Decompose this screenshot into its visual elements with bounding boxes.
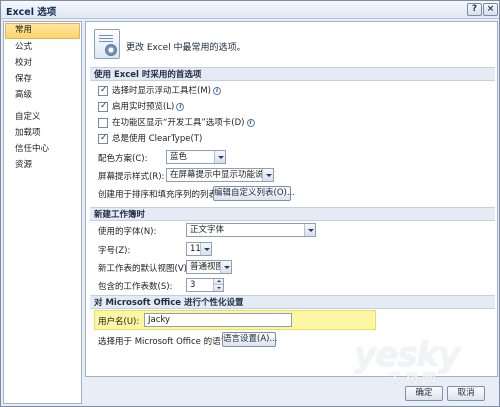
username-value: Jacky	[148, 315, 171, 325]
sidebar-item-save[interactable]: 保存	[4, 72, 81, 88]
color-scheme-select[interactable]: 蓝色	[166, 150, 226, 164]
excel-options-dialog: Excel 选项 ? × 常用 公式 校对 保存 高级 自定义 加载项 信任中心…	[0, 0, 500, 407]
sidebar-item-advanced[interactable]: 高级	[4, 88, 81, 104]
chevron-down-icon	[200, 243, 211, 255]
sidebar-item-proofing[interactable]: 校对	[4, 56, 81, 72]
screentip-style-select[interactable]: 在屏幕提示中显示功能说明	[166, 168, 274, 182]
live-preview-label: 启用实时预览(L)	[112, 102, 175, 112]
font-size-select[interactable]: 11	[186, 242, 212, 256]
mini-toolbar-checkbox[interactable]	[98, 84, 108, 97]
username-input[interactable]: Jacky	[144, 313, 292, 327]
chevron-down-icon	[220, 261, 231, 273]
color-scheme-value: 蓝色	[170, 152, 188, 162]
info-icon[interactable]: i	[246, 119, 255, 127]
developer-tab-label: 在功能区显示“开发工具”选项卡(D)	[112, 118, 245, 128]
sidebar-item-customize[interactable]: 自定义	[4, 110, 81, 126]
font-select[interactable]: 正文字体	[186, 223, 316, 237]
page-header: 更改 Excel 中最常用的选项。	[92, 28, 492, 64]
page-header-text: 更改 Excel 中最常用的选项。	[126, 43, 246, 53]
sidebar-item-resources[interactable]: 资源	[4, 158, 81, 174]
watermark-subtext: 天极网	[388, 372, 439, 388]
sidebar-item-addins[interactable]: 加载项	[4, 126, 81, 142]
help-icon[interactable]: ?	[467, 3, 482, 16]
default-view-value: 普通视图	[190, 262, 225, 272]
screentip-style-label: 屏幕提示样式(R):	[98, 172, 165, 182]
section-header-new-workbook: 新建工作簿时	[90, 207, 495, 221]
username-label: 用户名(U):	[98, 317, 140, 327]
sheet-count-value: 3	[190, 280, 196, 290]
default-view-label: 新工作表的默认视图(V):	[98, 264, 190, 274]
sidebar-item-popular[interactable]: 常用	[5, 23, 80, 39]
language-settings-button[interactable]: 语言设置(A)...	[222, 332, 278, 347]
font-label: 使用的字体(N):	[98, 227, 157, 237]
sidebar: 常用 公式 校对 保存 高级 自定义 加载项 信任中心 资源	[3, 21, 82, 404]
close-icon[interactable]: ×	[483, 3, 498, 16]
color-scheme-label: 配色方案(C):	[98, 154, 148, 164]
info-icon[interactable]: i	[176, 103, 185, 111]
sheet-count-label: 包含的工作表数(S):	[98, 282, 173, 292]
screentip-style-value: 在屏幕提示中显示功能说明	[170, 170, 273, 180]
font-value: 正文字体	[190, 225, 225, 235]
default-view-select[interactable]: 普通视图	[186, 260, 232, 274]
cleartype-checkbox[interactable]	[98, 132, 108, 145]
section-header-personalize: 对 Microsoft Office 进行个性化设置	[90, 295, 495, 309]
watermark: yesky 天极网	[354, 335, 484, 388]
edit-custom-lists-button[interactable]: 编辑自定义列表(O)...	[213, 186, 295, 201]
mini-toolbar-label: 选择时显示浮动工具栏(M)	[112, 86, 211, 96]
chevron-down-icon	[262, 169, 273, 181]
sidebar-item-formulas[interactable]: 公式	[4, 40, 81, 56]
font-size-label: 字号(Z):	[98, 246, 131, 256]
custom-lists-label: 创建用于排序和填充序列的列表:	[98, 190, 220, 200]
sidebar-item-trust-center[interactable]: 信任中心	[4, 142, 81, 158]
developer-tab-checkbox[interactable]	[98, 118, 108, 128]
sheet-count-stepper[interactable]: 3	[186, 278, 224, 292]
info-icon[interactable]: i	[212, 87, 221, 95]
window-title: Excel 选项	[6, 7, 57, 18]
live-preview-checkbox[interactable]	[98, 100, 108, 113]
stepper-down-icon[interactable]	[213, 285, 223, 291]
cleartype-label: 总是使用 ClearType(T)	[112, 134, 203, 144]
chevron-down-icon	[304, 224, 315, 236]
section-header-preferences: 使用 Excel 时采用的首选项	[90, 67, 495, 81]
cancel-button[interactable]: 取消	[447, 386, 485, 401]
chevron-down-icon	[214, 151, 225, 163]
title-bar[interactable]: Excel 选项 ? ×	[1, 1, 499, 19]
language-label: 选择用于 Microsoft Office 的语言:	[98, 337, 232, 347]
options-document-icon	[94, 29, 120, 59]
options-content-panel: 更改 Excel 中最常用的选项。 使用 Excel 时采用的首选项 选择时显示…	[85, 21, 498, 377]
